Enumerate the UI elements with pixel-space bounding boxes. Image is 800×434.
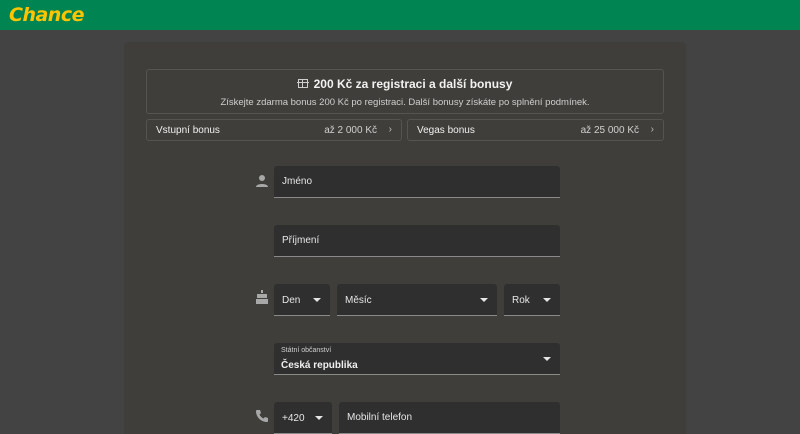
bonus-banner: 200 Kč za registraci a další bonusy Získ…: [146, 69, 664, 114]
bonus-title: 200 Kč za registraci a další bonusy: [313, 77, 513, 91]
top-bar: Chance: [0, 0, 800, 30]
phone-placeholder: Mobilní telefon: [347, 412, 413, 423]
birth-day-select[interactable]: Den: [274, 284, 330, 316]
phone-prefix-value: +420: [282, 413, 305, 424]
bonus-tile-name: Vegas bonus: [417, 125, 475, 136]
citizenship-label: Státní občanství: [281, 347, 332, 354]
phone-input[interactable]: Mobilní telefon: [339, 402, 560, 434]
birth-year-select[interactable]: Rok: [504, 284, 560, 316]
chance-logo[interactable]: Chance: [9, 4, 84, 26]
birth-day-label: Den: [282, 295, 301, 306]
bonus-tile-vstupni[interactable]: Vstupní bonus až 2 000 Kč ›: [146, 119, 402, 141]
gift-icon: [296, 79, 309, 88]
first-name-placeholder: Jméno: [282, 176, 313, 187]
bonus-tile-name: Vstupní bonus: [156, 125, 220, 136]
birth-year-label: Rok: [512, 295, 530, 306]
citizenship-value: Česká republika: [281, 360, 358, 371]
caret-down-icon: [543, 298, 551, 302]
phone-prefix-select[interactable]: +420: [274, 402, 332, 434]
last-name-placeholder: Příjmení: [282, 235, 320, 246]
person-icon: [256, 175, 268, 187]
bonus-tile-amount: až 25 000 Kč: [580, 125, 639, 136]
caret-down-icon: [480, 298, 488, 302]
bonus-subtitle: Získejte zdarma bonus 200 Kč po registra…: [220, 97, 590, 108]
citizenship-select[interactable]: Státní občanství Česká republika: [274, 343, 560, 375]
birth-month-select[interactable]: Měsíc: [337, 284, 497, 316]
cake-icon: [256, 290, 268, 304]
first-name-input[interactable]: Jméno: [274, 166, 560, 198]
caret-down-icon: [315, 416, 323, 420]
chevron-right-icon: ›: [650, 124, 654, 135]
caret-down-icon: [313, 298, 321, 302]
birth-month-label: Měsíc: [345, 295, 372, 306]
caret-down-icon: [543, 357, 551, 361]
last-name-input[interactable]: Příjmení: [274, 225, 560, 257]
bonus-tile-amount: až 2 000 Kč: [324, 125, 377, 136]
phone-icon: [256, 410, 268, 422]
chevron-right-icon: ›: [388, 124, 392, 135]
bonus-tile-vegas[interactable]: Vegas bonus až 25 000 Kč ›: [407, 119, 664, 141]
